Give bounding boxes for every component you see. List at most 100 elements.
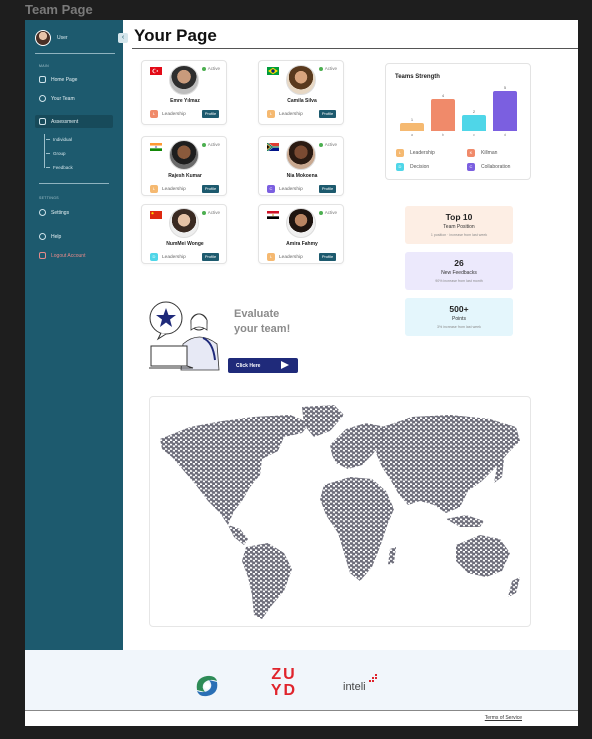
profile-button[interactable]: Profile [202, 253, 219, 261]
evaluate-heading-line: your team! [234, 323, 291, 335]
stat-card-points: 500+ Points 3% increase from last week [405, 298, 513, 336]
bar [400, 123, 424, 131]
profile-button[interactable]: Profile [202, 110, 219, 118]
india-flag [150, 143, 162, 151]
sidebar-item-home[interactable]: Home Page [35, 73, 113, 86]
stat-value: 26 [454, 258, 464, 268]
member-role: C Leadership [267, 185, 303, 193]
sidebar: User MAIN Home Page Your Team Assessment… [25, 20, 123, 650]
member-photo [286, 208, 316, 238]
sidebar-item-logout[interactable]: Logout Account [35, 249, 113, 262]
teams-strength-panel: Teams Strength 1 a 4 b 2 c 5 d L Leadership K K… [385, 63, 531, 180]
profile-button[interactable]: Profile [319, 110, 336, 118]
page-title: Your Page [134, 26, 217, 45]
sidebar-item-label: Logout Account [51, 252, 86, 259]
section-label-settings: SETTINGS [39, 196, 59, 200]
legend-item: K Killman [467, 149, 497, 157]
member-card: Active Amira Fahmy L Leadership Profile [258, 204, 344, 264]
status-text: Active [207, 66, 220, 71]
role-chip: L [150, 110, 158, 118]
evaluate-illustration [149, 301, 220, 371]
stat-label: Team Position [443, 224, 475, 230]
sidebar-item-your-team[interactable]: Your Team [35, 92, 113, 105]
stat-description: 90% increase from last month [435, 279, 483, 283]
north-america-shape [160, 415, 310, 525]
southeast-asia-islands-shape [446, 515, 484, 527]
status-text: Active [207, 142, 220, 147]
click-here-label: Click Here [236, 362, 261, 369]
footer-divider [25, 710, 578, 711]
member-role: L Leadership [150, 110, 186, 118]
sidebar-item-label: Assessment [51, 118, 79, 125]
member-card: Active Emre Yılmaz L Leadership Profile [141, 60, 227, 125]
member-photo [169, 208, 199, 238]
subitem-individual[interactable]: Individual [46, 137, 72, 142]
south-africa-flag [267, 143, 279, 151]
member-name: Rajesh Kumar [168, 173, 202, 179]
status-text: Active [324, 210, 337, 215]
bar-value-label: 5 [503, 85, 507, 90]
role-label: Leadership [279, 254, 303, 260]
subitem-group[interactable]: Group [46, 151, 66, 156]
sidebar-item-help[interactable]: Help [35, 230, 113, 243]
sidebar-item-label: Your Team [51, 95, 75, 102]
sidebar-item-label: Settings [51, 209, 70, 216]
world-map [160, 405, 520, 619]
app-frame: User MAIN Home Page Your Team Assessment… [25, 20, 578, 726]
legend-chip: C [467, 163, 475, 171]
world-map-card [149, 396, 531, 627]
play-arrow-icon [281, 361, 289, 369]
member-name: Emre Yılmaz [170, 98, 200, 104]
sidebar-collapse-button[interactable]: ‹ [118, 33, 128, 43]
legend-chip: L [396, 149, 404, 157]
evaluate-heading-line: Evaluate [234, 308, 280, 320]
status-badge: Active [318, 66, 337, 71]
profile-button[interactable]: Profile [202, 185, 219, 193]
member-photo [286, 140, 316, 170]
logout-icon [39, 252, 46, 259]
stat-description: 3% increase from last week [437, 325, 481, 329]
evaluate-heading: Evaluate your team! [234, 307, 290, 337]
member-photo [169, 65, 199, 95]
member-role: L Leadership [267, 110, 303, 118]
legend-label: Killman [481, 150, 498, 156]
title-divider [132, 48, 578, 49]
africa-shape [320, 477, 394, 581]
status-text: Active [324, 66, 337, 71]
legend-item: D Decision [396, 163, 429, 171]
terms-of-service-link[interactable]: Terms of Service [485, 715, 522, 721]
new-zealand-shape [508, 577, 520, 597]
legend-chip: D [396, 163, 404, 171]
status-dot [201, 142, 206, 147]
inteli-logo-text: inteli [343, 681, 366, 693]
sidebar-divider [39, 183, 109, 184]
sidebar-item-assessment[interactable]: Assessment [35, 115, 113, 128]
stat-label: New Feedbacks [441, 270, 477, 276]
sidebar-item-settings[interactable]: Settings [35, 206, 113, 219]
member-name: NumMei Wonge [166, 241, 204, 247]
member-card: Active Camila Silva L Leadership Profile [258, 60, 344, 125]
stat-value: Top 10 [445, 212, 473, 222]
status-badge: Active [318, 210, 337, 215]
team-icon [39, 95, 46, 102]
legend-label: Decision [410, 164, 430, 170]
user-profile[interactable]: User [35, 30, 68, 46]
profile-button[interactable]: Profile [319, 253, 336, 261]
sidebar-item-label: Home Page [51, 76, 78, 83]
profile-button[interactable]: Profile [319, 185, 336, 193]
click-here-button[interactable]: Click Here [228, 358, 298, 373]
status-dot [318, 142, 323, 147]
europe-shape [330, 423, 386, 469]
stat-description: 1 position · increase from last week [430, 233, 488, 237]
member-role: D Leadership [150, 253, 186, 261]
status-text: Active [207, 210, 220, 215]
bar-category-label: a [411, 133, 413, 137]
central-america-shape [228, 525, 248, 545]
frame-label: Team Page [25, 2, 93, 17]
status-badge: Active [318, 142, 337, 147]
stat-value: 500+ [449, 304, 469, 314]
stat-label: Points [452, 316, 466, 322]
subitem-feedback[interactable]: Feedback [46, 165, 73, 170]
member-name: Camila Silva [287, 98, 317, 104]
bar-value-label: 1 [410, 117, 414, 122]
